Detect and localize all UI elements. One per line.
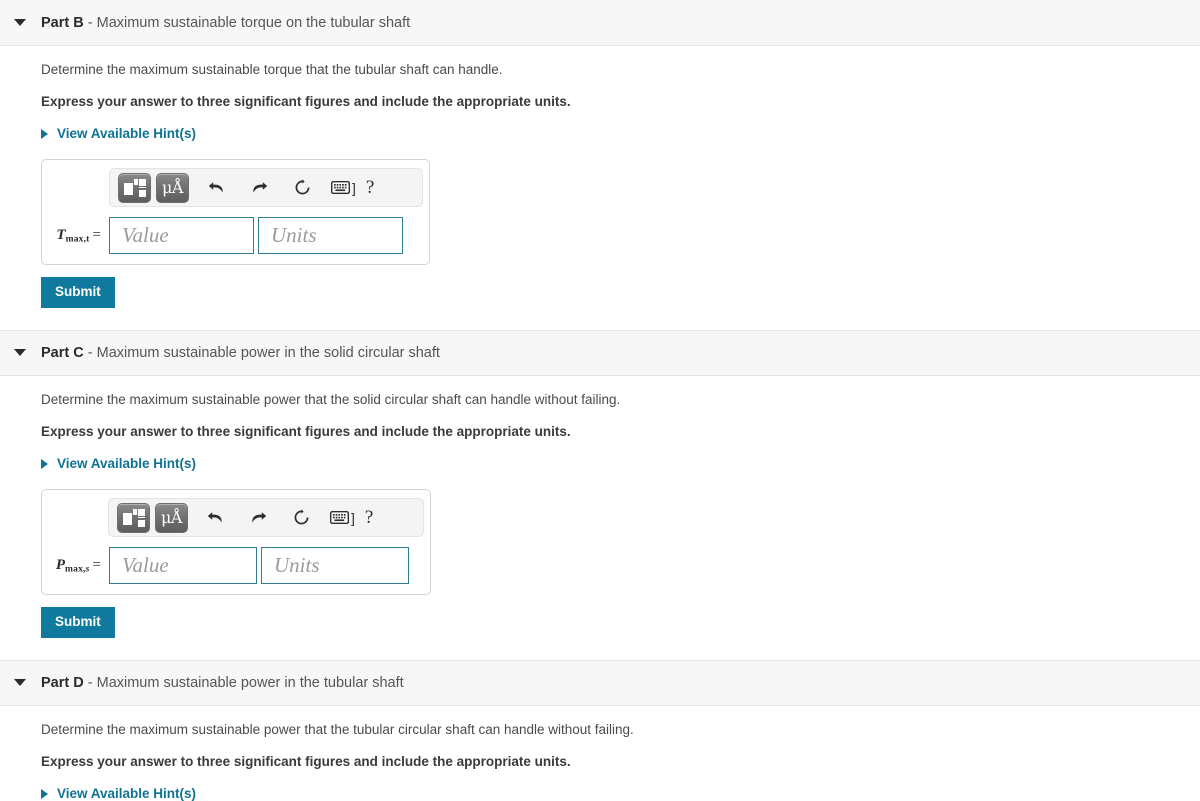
template-icon	[123, 178, 146, 197]
part-separator-b: -	[83, 14, 97, 31]
part-instruction-b: Express your answer to three significant…	[41, 94, 571, 110]
template-button-c[interactable]	[117, 502, 150, 533]
part-instruction-c: Express your answer to three significant…	[41, 424, 571, 440]
caret-right-icon	[41, 128, 48, 139]
part-instruction-d: Express your answer to three significant…	[41, 753, 571, 769]
redo-icon[interactable]	[251, 180, 268, 195]
reset-icon[interactable]	[294, 179, 311, 196]
part-subtitle-c: Maximum sustainable power in the solid c…	[96, 344, 440, 361]
view-hints-link-d[interactable]: View Available Hint(s)	[41, 786, 196, 801]
submit-button-c[interactable]: Submit	[41, 607, 115, 638]
view-hints-link-c[interactable]: View Available Hint(s)	[41, 456, 196, 471]
part-prompt-c: Determine the maximum sustainable power …	[41, 391, 621, 407]
answer-toolbar-c: μÅ] ?	[108, 498, 424, 538]
units-input-c[interactable]: Units	[261, 547, 409, 585]
part-header-d[interactable]: Part D - Maximum sustainable power in th…	[0, 659, 1200, 706]
micro-angstrom-icon: μÅ	[161, 507, 182, 527]
part-prompt-d: Determine the maximum sustainable power …	[41, 721, 634, 737]
part-header-c[interactable]: Part C - Maximum sustainable power in th…	[0, 329, 1200, 376]
part-body-c: Determine the maximum sustainable power …	[0, 376, 1200, 660]
part-body-b: Determine the maximum sustainable torque…	[0, 46, 1200, 330]
submit-button-b[interactable]: Submit	[41, 277, 115, 308]
help-icon[interactable]: ?	[366, 178, 374, 197]
part-prompt-b: Determine the maximum sustainable torque…	[41, 62, 503, 77]
help-icon[interactable]: ?	[365, 508, 373, 527]
undo-icon[interactable]	[207, 510, 224, 525]
units-button-b[interactable]: μÅ	[156, 172, 189, 203]
caret-right-icon	[41, 458, 48, 469]
answer-toolbar-b: μÅ] ?	[109, 168, 423, 208]
micro-angstrom-icon: μÅ	[162, 177, 183, 197]
part-section-b: Part B - Maximum sustainable torque on t…	[0, 0, 1200, 330]
caret-down-icon[interactable]	[14, 19, 26, 26]
template-icon	[122, 508, 145, 527]
part-separator-c: -	[83, 344, 97, 361]
answer-box-b: μÅ] ? Tmax,t = Value Units	[41, 159, 430, 266]
part-title-c: Part C - Maximum sustainable power in th…	[41, 345, 440, 361]
reset-icon[interactable]	[293, 509, 310, 526]
part-section-d: Part D - Maximum sustainable power in th…	[0, 659, 1200, 801]
part-body-d: Determine the maximum sustainable power …	[0, 706, 1200, 801]
part-subtitle-b: Maximum sustainable torque on the tubula…	[96, 14, 411, 31]
keyboard-bracket: ]	[352, 179, 356, 196]
value-input-b[interactable]: Value	[109, 217, 254, 255]
answer-input-row-c: Pmax,s = Value Units	[52, 547, 420, 585]
view-hints-label-b: View Available Hint(s)	[57, 126, 197, 142]
variable-label-b: Tmax,t =	[56, 227, 101, 245]
keyboard-icon[interactable]: ]	[330, 510, 355, 526]
part-title-d: Part D - Maximum sustainable power in th…	[41, 675, 404, 691]
view-hints-link-b[interactable]: View Available Hint(s)	[41, 126, 196, 141]
caret-right-icon	[41, 788, 48, 799]
template-button-b[interactable]	[118, 172, 151, 203]
value-input-c[interactable]: Value	[109, 547, 257, 585]
view-hints-label-c: View Available Hint(s)	[57, 456, 197, 472]
part-subtitle-d: Maximum sustainable power in the tubular…	[96, 674, 404, 691]
answer-box-c: μÅ] ? Pmax,s = Value Units	[41, 489, 431, 596]
keyboard-icon[interactable]: ]	[331, 180, 356, 196]
part-label-c: Part C	[41, 344, 84, 361]
part-label-b: Part B	[41, 14, 84, 31]
redo-icon[interactable]	[250, 510, 267, 525]
caret-down-icon[interactable]	[14, 349, 26, 357]
part-label-d: Part D	[41, 674, 84, 691]
units-button-c[interactable]: μÅ	[155, 502, 188, 533]
variable-label-c: Pmax,s =	[55, 556, 101, 575]
units-input-b[interactable]: Units	[258, 217, 403, 255]
part-title-b: Part B - Maximum sustainable torque on t…	[41, 15, 410, 31]
keyboard-bracket: ]	[351, 509, 355, 526]
part-separator-d: -	[83, 674, 97, 691]
caret-down-icon[interactable]	[14, 679, 26, 687]
view-hints-label-d: View Available Hint(s)	[57, 786, 197, 801]
answer-input-row-b: Tmax,t = Value Units	[52, 217, 419, 255]
part-section-c: Part C - Maximum sustainable power in th…	[0, 329, 1200, 660]
undo-icon[interactable]	[208, 180, 225, 195]
part-header-b[interactable]: Part B - Maximum sustainable torque on t…	[0, 0, 1200, 46]
